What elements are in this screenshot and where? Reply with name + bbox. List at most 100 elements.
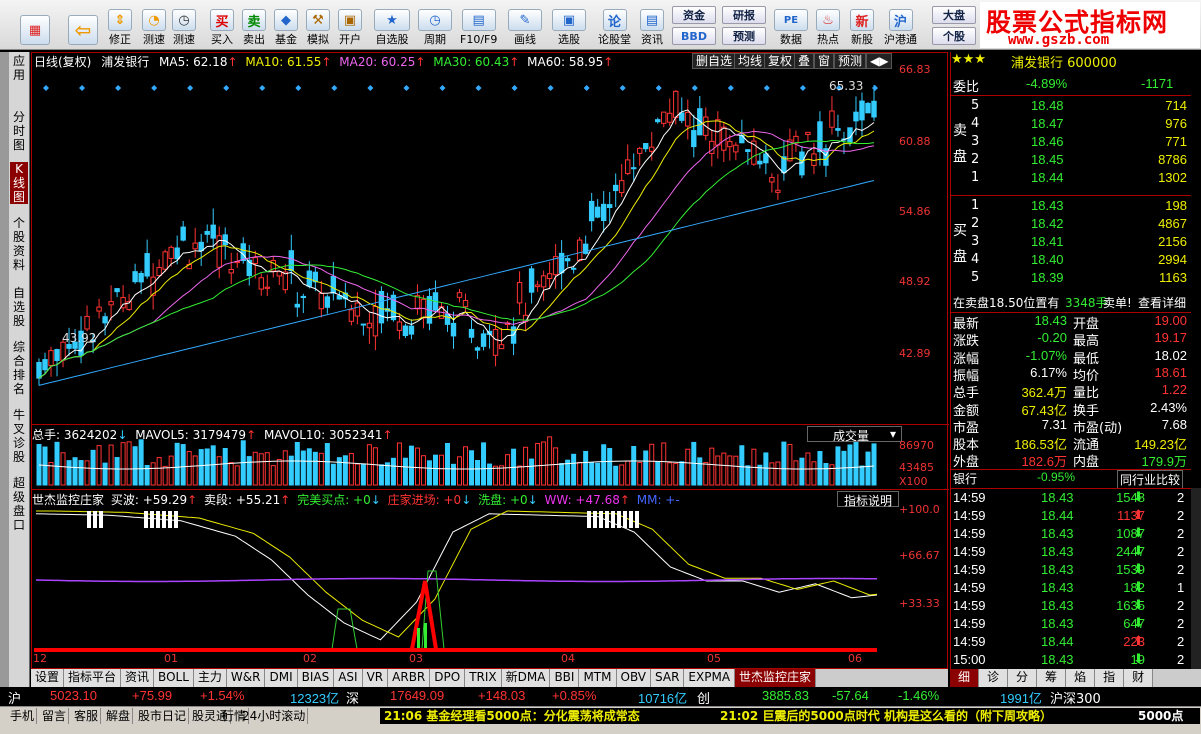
- fund-flow-button[interactable]: 资金: [672, 6, 716, 24]
- bottom-item[interactable]: 股市日记: [136, 708, 190, 724]
- indicator-tab[interactable]: EXPMA: [684, 669, 736, 687]
- bottom-item[interactable]: 留言: [40, 708, 70, 724]
- indicator-tab[interactable]: ARBR: [388, 669, 431, 687]
- sector-compare-button[interactable]: 同行业比较: [1117, 470, 1184, 489]
- tick-scrollbar[interactable]: [1191, 488, 1201, 669]
- news-item[interactable]: 21:06 基金经理看5000点：分化震荡将成常态: [384, 708, 640, 724]
- news-item[interactable]: 21:02 巨震后的5000点时代 机构是这么看的（附下周攻略）: [720, 708, 1052, 724]
- volume-dropdown[interactable]: 成交量 ▾: [807, 426, 902, 443]
- left-tab-watchlist[interactable]: 自选股: [10, 286, 28, 328]
- left-tab-apps[interactable]: 应用: [10, 54, 28, 82]
- market-dropdown[interactable]: 大盘: [932, 6, 976, 24]
- left-tab-ranking[interactable]: 综合排名: [10, 340, 28, 396]
- left-tab-diagnose[interactable]: 牛叉诊股: [10, 408, 28, 464]
- order-book-row[interactable]: 3 18.41 2156: [951, 234, 1191, 252]
- order-book-row[interactable]: 4 18.40 2994: [951, 252, 1191, 270]
- order-book-row[interactable]: 3 18.46 771: [951, 134, 1191, 152]
- ipo-button[interactable]: 新新股: [850, 3, 874, 47]
- indicator-tab[interactable]: BBI: [550, 669, 580, 687]
- period-button[interactable]: ◷ 周期: [418, 3, 452, 47]
- signal-diamond: [223, 85, 230, 91]
- candle-body: [727, 141, 733, 148]
- stock-select-button[interactable]: ▣ 选股: [552, 3, 586, 47]
- indicator-tab[interactable]: 主力: [193, 669, 227, 687]
- indicator-tab[interactable]: 世杰监控庄家: [735, 669, 817, 687]
- volume-bar: [829, 464, 835, 486]
- order-book-row[interactable]: 2 18.45 8786: [951, 152, 1191, 170]
- right-tab[interactable]: 细: [950, 669, 980, 687]
- sell-button[interactable]: 卖卖出: [242, 3, 266, 47]
- bottom-item[interactable]: 24小时滚动: [240, 708, 309, 724]
- forecast-button[interactable]: 预测: [722, 27, 766, 45]
- left-tab-timeshare[interactable]: 分时图: [10, 110, 28, 152]
- news-button[interactable]: ▤ 资讯: [640, 3, 664, 47]
- indicator-tab[interactable]: VR: [362, 669, 389, 687]
- draw-line-button[interactable]: ✎ 画线: [508, 3, 542, 47]
- indicator-tab[interactable]: DMI: [265, 669, 298, 687]
- fund-button[interactable]: ◆ 基金: [274, 3, 298, 47]
- forum-button[interactable]: 论论股堂: [598, 3, 631, 47]
- hotspot-button[interactable]: ♨ 热点: [816, 3, 840, 47]
- order-book-row[interactable]: 5 18.39 1163: [951, 270, 1191, 288]
- stock-dropdown[interactable]: 个股: [932, 27, 976, 45]
- indicator-help-button[interactable]: 指标说明: [837, 491, 899, 508]
- buy-button[interactable]: 买买入: [210, 3, 234, 47]
- indicator-tab[interactable]: BIAS: [297, 669, 335, 687]
- candle-body: [865, 102, 871, 114]
- indicator-tab[interactable]: OBV: [616, 669, 652, 687]
- news-ticker[interactable]: 21:06 基金经理看5000点：分化震荡将成常态 21:02 巨震后的5000…: [380, 708, 1200, 724]
- open-account-button[interactable]: ▣ 开户: [338, 3, 362, 47]
- home-button[interactable]: ▦: [20, 3, 50, 47]
- indicator-tab[interactable]: MTM: [579, 669, 617, 687]
- volume-bar: [481, 442, 487, 486]
- hk-connect-button[interactable]: 沪沪港通: [884, 3, 917, 47]
- indicator-tab[interactable]: DPO: [430, 669, 466, 687]
- research-button[interactable]: 研报: [722, 6, 766, 24]
- x-tick: 05: [707, 652, 721, 665]
- simulate-button[interactable]: ⚒ 模拟: [306, 3, 330, 47]
- indicator-tab[interactable]: SAR: [651, 669, 685, 687]
- indicator-tab[interactable]: 设置: [31, 669, 65, 687]
- tick-time: 14:59: [953, 562, 986, 577]
- indicator-tab[interactable]: BOLL: [154, 669, 194, 687]
- kline-chart-area[interactable]: 日线(复权) 浦发银行 MA5: 62.18↑ MA10: 61.55↑ MA2…: [31, 52, 949, 669]
- detail-link[interactable]: 查看详细: [1138, 294, 1186, 311]
- order-book-row[interactable]: 1 18.43 198: [951, 198, 1191, 216]
- watchlist-button[interactable]: ★ 自选股: [374, 3, 410, 47]
- indicator-tab[interactable]: 指标平台: [64, 669, 122, 687]
- indicator-tab[interactable]: 新DMA: [501, 669, 551, 687]
- volume-bar: [769, 462, 775, 486]
- bottom-item[interactable]: 解盘: [104, 708, 134, 724]
- toolbar-btn-speed2[interactable]: ◷ 测速: [172, 3, 196, 47]
- left-tab-kline[interactable]: K线图: [10, 162, 28, 204]
- bottom-item[interactable]: 手机: [8, 708, 38, 724]
- right-tab[interactable]: 焰: [1066, 669, 1096, 687]
- left-tab-profile[interactable]: 个股资料: [10, 216, 28, 272]
- divider: [32, 424, 949, 425]
- right-tab[interactable]: 筹: [1037, 669, 1067, 687]
- indicator-tab[interactable]: ASI: [334, 669, 363, 687]
- data-button[interactable]: PE 数据: [774, 3, 808, 47]
- order-book-row[interactable]: 5 18.48 714: [951, 98, 1191, 116]
- quote-value: 18.61: [1154, 364, 1187, 380]
- right-tab[interactable]: 财: [1124, 669, 1154, 687]
- f10-button[interactable]: ▤ F10/F9: [460, 3, 497, 47]
- right-tab[interactable]: 指: [1095, 669, 1125, 687]
- indicator-tab[interactable]: TRIX: [465, 669, 502, 687]
- bbd-button[interactable]: BBD: [672, 27, 716, 45]
- toolbar-btn-1[interactable]: ◔ 测速: [142, 3, 166, 47]
- order-book-row[interactable]: 2 18.42 4867: [951, 216, 1191, 234]
- left-tab-superdisk[interactable]: 超级盘口: [10, 476, 28, 532]
- back-button[interactable]: ⇦: [68, 3, 98, 47]
- sell-order-link[interactable]: 卖单!: [1103, 294, 1132, 311]
- order-book-row[interactable]: 4 18.47 976: [951, 116, 1191, 134]
- candle-body: [474, 347, 481, 351]
- indicator-tab[interactable]: W&R: [226, 669, 266, 687]
- right-tab[interactable]: 分: [1008, 669, 1038, 687]
- toolbar-btn-0[interactable]: ⇕ 修正: [108, 3, 132, 47]
- order-book-row[interactable]: 1 18.44 1302: [951, 170, 1191, 188]
- right-tab[interactable]: 诊: [979, 669, 1009, 687]
- bottom-item[interactable]: 客服: [72, 708, 102, 724]
- news-item[interactable]: 5000点: [1138, 708, 1183, 724]
- indicator-tab[interactable]: 资讯: [121, 669, 155, 687]
